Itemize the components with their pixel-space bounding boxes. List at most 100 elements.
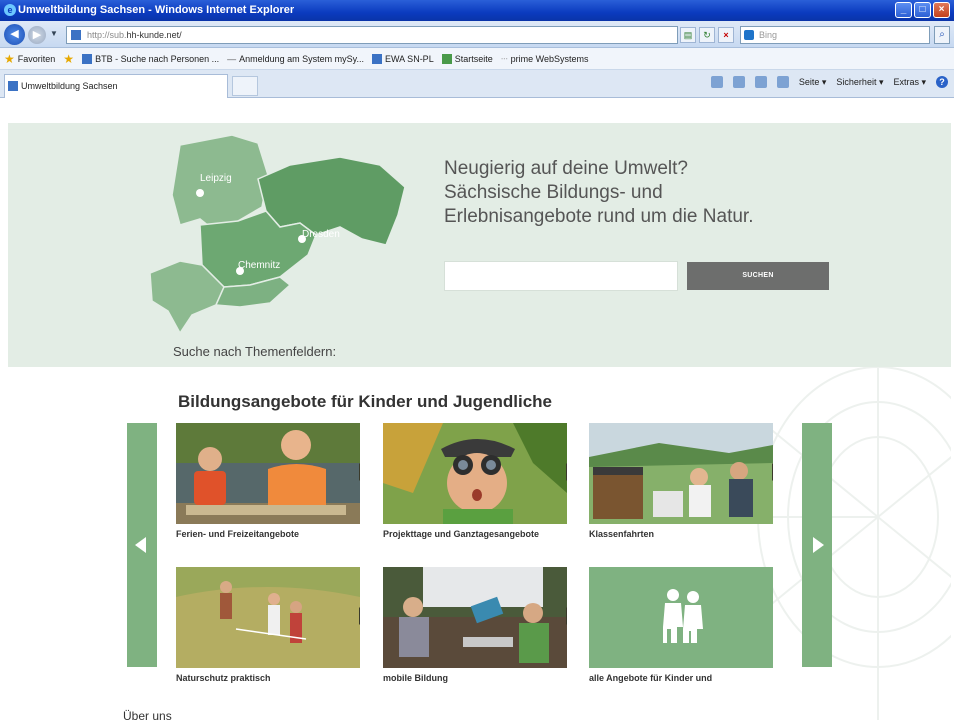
hero-search-button[interactable]: SUCHEN — [687, 262, 829, 290]
search-placeholder: Bing — [759, 30, 778, 40]
headline-line: Erlebnisangebote rund um die Natur. — [444, 206, 754, 227]
card-notch — [359, 463, 360, 481]
forward-button[interactable]: ▶ — [28, 26, 46, 44]
star-add-icon: ★ — [63, 51, 75, 66]
tools-menu[interactable]: Extras ▾ — [893, 77, 926, 88]
kids-canoe-photo — [176, 423, 360, 524]
line-icon: — — [227, 53, 237, 64]
favorites-bar: ★ Favoriten ★ BTB - Suche nach Personen .… — [0, 48, 954, 70]
meadow-work-photo — [176, 567, 360, 668]
hero-search-input[interactable] — [444, 261, 678, 291]
page-icon — [71, 30, 81, 40]
minimize-button[interactable]: _ — [895, 2, 912, 18]
card-notch — [359, 607, 360, 625]
ie-page-icon — [372, 53, 383, 64]
favorites-button[interactable]: ★ Favoriten — [4, 48, 55, 70]
hero-headline: Neugierig auf deine Umwelt? Sächsische B… — [444, 157, 824, 229]
favorite-link-anmeldung[interactable]: — Anmeldung am System mySy... — [227, 48, 364, 70]
stop-icon[interactable]: × — [718, 27, 734, 43]
favorite-link-ewa[interactable]: EWA SN-PL — [372, 48, 434, 70]
saxony-map — [149, 135, 406, 335]
carousel-next-button[interactable] — [802, 423, 832, 667]
url-prefix: http://sub. — [87, 30, 127, 40]
prime-icon: ᐧᐧᐧ — [500, 53, 508, 64]
city-label-leipzig: Leipzig — [200, 173, 232, 184]
mail-icon[interactable] — [754, 76, 767, 88]
city-dot-leipzig — [196, 189, 204, 197]
card-label: Ferien- und Freizeitangebote — [176, 529, 300, 539]
compat-view-icon[interactable]: ▤ — [680, 27, 696, 43]
favorite-link-prime[interactable]: ᐧᐧᐧ prime WebSystems — [501, 48, 589, 70]
ie-logo-icon: e — [4, 4, 16, 16]
feeds-icon[interactable] — [732, 76, 745, 88]
new-tab-button[interactable] — [232, 76, 258, 96]
favorite-link-startseite[interactable]: Startseite — [441, 48, 493, 70]
offer-card-naturschutz[interactable]: Naturschutz praktisch — [176, 567, 360, 683]
favorite-label: prime WebSystems — [510, 53, 589, 64]
tab-active[interactable]: Umweltbildung Sachsen — [4, 74, 228, 98]
refresh-icon[interactable]: ↻ — [699, 27, 715, 43]
tab-title: Umweltbildung Sachsen — [21, 81, 118, 91]
children-tile — [589, 567, 773, 668]
offers-section: Bildungsangebote für Kinder und Jugendli… — [8, 367, 951, 720]
card-notch — [772, 607, 773, 625]
card-label: alle Angebote für Kinder und — [589, 673, 713, 683]
tab-row: Umweltbildung Sachsen Seite ▾ Sicherheit… — [0, 70, 954, 98]
favorites-label: Favoriten — [17, 53, 56, 64]
hero-section: Leipzig Dresden Chemnitz Neugierig auf d… — [8, 123, 951, 367]
card-label: mobile Bildung — [383, 673, 448, 683]
headline-line: Sächsische Bildungs- und — [444, 182, 663, 203]
card-notch — [772, 463, 773, 481]
startpage-icon — [441, 53, 452, 64]
home-icon[interactable] — [710, 76, 723, 88]
children-icon — [663, 589, 703, 643]
favorite-label: EWA SN-PL — [385, 53, 434, 64]
address-input[interactable]: http://sub.hh-kunde.net/ — [66, 26, 678, 44]
ie-page-icon — [82, 53, 93, 64]
favorite-link-btb[interactable]: BTB - Suche nach Personen ... — [82, 48, 219, 70]
binoculars-child-photo — [383, 423, 567, 524]
favorite-label: Startseite — [454, 53, 493, 64]
page-menu[interactable]: Seite ▾ — [799, 77, 827, 88]
print-icon[interactable] — [776, 76, 789, 88]
section-title: Bildungsangebote für Kinder und Jugendli… — [178, 392, 553, 411]
mobile-lab-photo — [383, 567, 567, 668]
add-favorite-icon[interactable]: ★ — [63, 48, 74, 70]
offer-card-ferien[interactable]: Ferien- und Freizeitangebote — [176, 423, 360, 539]
search-go-icon[interactable]: ⌕ — [934, 26, 950, 44]
city-label-chemnitz: Chemnitz — [238, 260, 281, 271]
search-input[interactable]: Bing — [740, 26, 930, 44]
back-button[interactable]: ◀ — [4, 24, 25, 45]
safety-menu[interactable]: Sicherheit ▾ — [836, 77, 883, 88]
arrow-right-icon — [813, 537, 824, 553]
card-label: Klassenfahrten — [589, 529, 655, 539]
bing-icon — [744, 30, 754, 40]
offer-card-projekttage[interactable]: Projekttage und Ganztagesangebote — [383, 423, 567, 539]
topic-search-label: Suche nach Themenfeldern: — [173, 344, 337, 359]
carousel-prev-button[interactable] — [127, 423, 157, 667]
window-title: Umweltbildung Sachsen - Windows Internet… — [18, 4, 295, 16]
page-viewport: Leipzig Dresden Chemnitz Neugierig auf d… — [8, 99, 951, 720]
favorite-label: Anmeldung am System mySy... — [239, 53, 365, 64]
offer-card-alle[interactable]: alle Angebote für Kinder und — [589, 567, 773, 683]
favorite-label: BTB - Suche nach Personen ... — [95, 53, 220, 64]
address-bar-row: ◀ ▶ ▼ http://sub.hh-kunde.net/ ▤ ↻ × Bin… — [0, 21, 954, 48]
ie-page-icon — [8, 81, 18, 91]
help-icon[interactable]: ? — [936, 76, 948, 88]
url-domain: hh-kunde.net/ — [126, 30, 182, 40]
window-titlebar: e Umweltbildung Sachsen - Windows Intern… — [0, 0, 954, 21]
offer-card-mobile[interactable]: mobile Bildung — [383, 567, 567, 683]
offer-card-klassenfahrten[interactable]: Klassenfahrten — [589, 423, 773, 539]
star-icon: ★ — [4, 51, 15, 66]
arrow-left-icon — [135, 537, 146, 553]
history-dropdown-icon[interactable]: ▼ — [50, 29, 58, 38]
about-link[interactable]: Über uns — [123, 709, 172, 720]
city-label-dresden: Dresden — [302, 229, 340, 240]
card-label: Naturschutz praktisch — [176, 673, 271, 683]
maximize-button[interactable]: □ — [914, 2, 931, 18]
close-button[interactable]: × — [933, 2, 950, 18]
card-notch — [566, 463, 567, 481]
card-notch — [566, 607, 567, 625]
class-trip-photo — [589, 423, 773, 524]
card-label: Projekttage und Ganztagesangebote — [383, 529, 540, 539]
